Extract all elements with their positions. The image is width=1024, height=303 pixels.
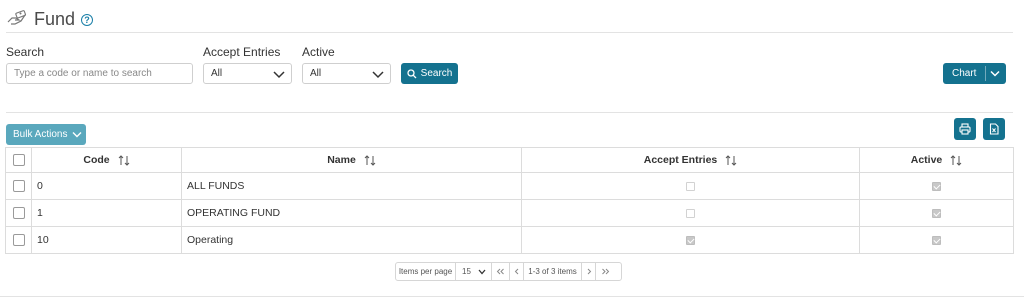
column-header-name[interactable]: Name (181, 147, 522, 173)
cell-accept-entries (521, 226, 860, 254)
last-page-button[interactable] (596, 263, 614, 280)
printer-icon (959, 123, 971, 135)
chevrons-left-icon (496, 268, 504, 275)
chart-button[interactable]: Chart (943, 63, 1006, 84)
chevron-down-icon (273, 71, 285, 79)
row-checkbox[interactable] (12, 180, 25, 193)
cell-name: ALL FUNDS (181, 172, 522, 200)
active-value: All (310, 68, 322, 79)
table-header-row: Code Name Accept Entries Active (5, 147, 1014, 173)
column-label: Code (83, 154, 110, 166)
row-checkbox[interactable] (12, 207, 25, 220)
excel-file-icon (989, 123, 999, 135)
column-header-code[interactable]: Code (31, 147, 182, 173)
bulk-actions-button[interactable]: Bulk Actions (6, 124, 86, 145)
column-label: Accept Entries (643, 154, 718, 166)
select-all-cell (5, 147, 32, 173)
accept-entries-value: All (211, 68, 223, 79)
next-page-button[interactable] (582, 263, 596, 280)
sort-icon[interactable] (364, 155, 376, 166)
accept-entries-checkbox (686, 208, 695, 218)
cell-code: 10 (31, 226, 182, 254)
bulk-actions-label: Bulk Actions (13, 129, 68, 140)
active-checkbox (932, 208, 941, 218)
chevron-down-icon (478, 269, 486, 275)
page-size-select[interactable]: 15 (456, 263, 492, 280)
chart-button-label: Chart (952, 68, 977, 79)
accept-entries-label: Accept Entries (203, 45, 281, 59)
sort-icon[interactable] (950, 155, 962, 166)
row-select-cell (5, 226, 32, 254)
cell-accept-entries (521, 199, 860, 227)
cell-active (859, 172, 1014, 200)
help-icon[interactable]: ? (81, 14, 94, 26)
column-label: Active (910, 154, 943, 166)
table-row[interactable]: 10 Operating (5, 226, 1014, 254)
table-row[interactable]: 1 OPERATING FUND (5, 199, 1014, 227)
chevrons-right-icon (601, 268, 609, 275)
cell-code: 0 (31, 172, 182, 200)
fund-table: Code Name Accept Entries Active 0 ALL FU… (5, 147, 1014, 254)
active-checkbox (932, 181, 941, 191)
active-checkbox (932, 235, 941, 245)
active-label: Active (302, 45, 335, 59)
row-select-cell (5, 172, 32, 200)
items-per-page-label: Items per page (396, 263, 456, 280)
filter-divider (6, 112, 1013, 113)
sort-icon[interactable] (725, 155, 737, 166)
pagination-bar: Items per page 15 1-3 of 3 items (395, 262, 622, 281)
print-button[interactable] (954, 118, 976, 140)
fund-hand-money-icon (7, 10, 26, 25)
chevron-down-icon (72, 131, 82, 137)
sort-icon[interactable] (118, 155, 130, 166)
page-range: 1-3 of 3 items (524, 263, 582, 280)
cell-name: Operating (181, 226, 522, 254)
search-input[interactable]: Type a code or name to search (6, 63, 193, 84)
chevron-down-icon[interactable] (990, 70, 1000, 78)
row-select-cell (5, 199, 32, 227)
chevron-left-icon (514, 268, 518, 275)
header-divider (6, 32, 1013, 33)
cell-accept-entries (521, 172, 860, 200)
first-page-button[interactable] (492, 263, 510, 280)
search-label: Search (6, 45, 45, 59)
page-title: Fund (34, 8, 76, 29)
accept-entries-checkbox (686, 181, 695, 191)
cell-active (859, 226, 1014, 254)
table-row[interactable]: 0 ALL FUNDS (5, 172, 1014, 200)
chart-button-divider (985, 66, 986, 81)
select-all-checkbox[interactable] (12, 154, 25, 167)
chevron-down-icon (372, 71, 384, 79)
chevron-right-icon (587, 268, 591, 275)
cell-code: 1 (31, 199, 182, 227)
accept-entries-select[interactable]: All (203, 63, 292, 84)
footer-divider (0, 296, 1024, 297)
cell-name: OPERATING FUND (181, 199, 522, 227)
row-checkbox[interactable] (12, 234, 25, 247)
search-button[interactable]: Search (401, 63, 458, 84)
column-label: Name (327, 154, 356, 166)
prev-page-button[interactable] (510, 263, 524, 280)
column-header-active[interactable]: Active (859, 147, 1014, 173)
page-header: Fund ? (6, 6, 94, 32)
search-button-label: Search (420, 68, 453, 79)
page-size-value: 15 (462, 267, 471, 276)
export-excel-button[interactable] (983, 118, 1005, 140)
active-select[interactable]: All (302, 63, 391, 84)
column-header-accept-entries[interactable]: Accept Entries (521, 147, 860, 173)
accept-entries-checkbox (686, 235, 695, 245)
cell-active (859, 199, 1014, 227)
search-icon (407, 68, 417, 78)
